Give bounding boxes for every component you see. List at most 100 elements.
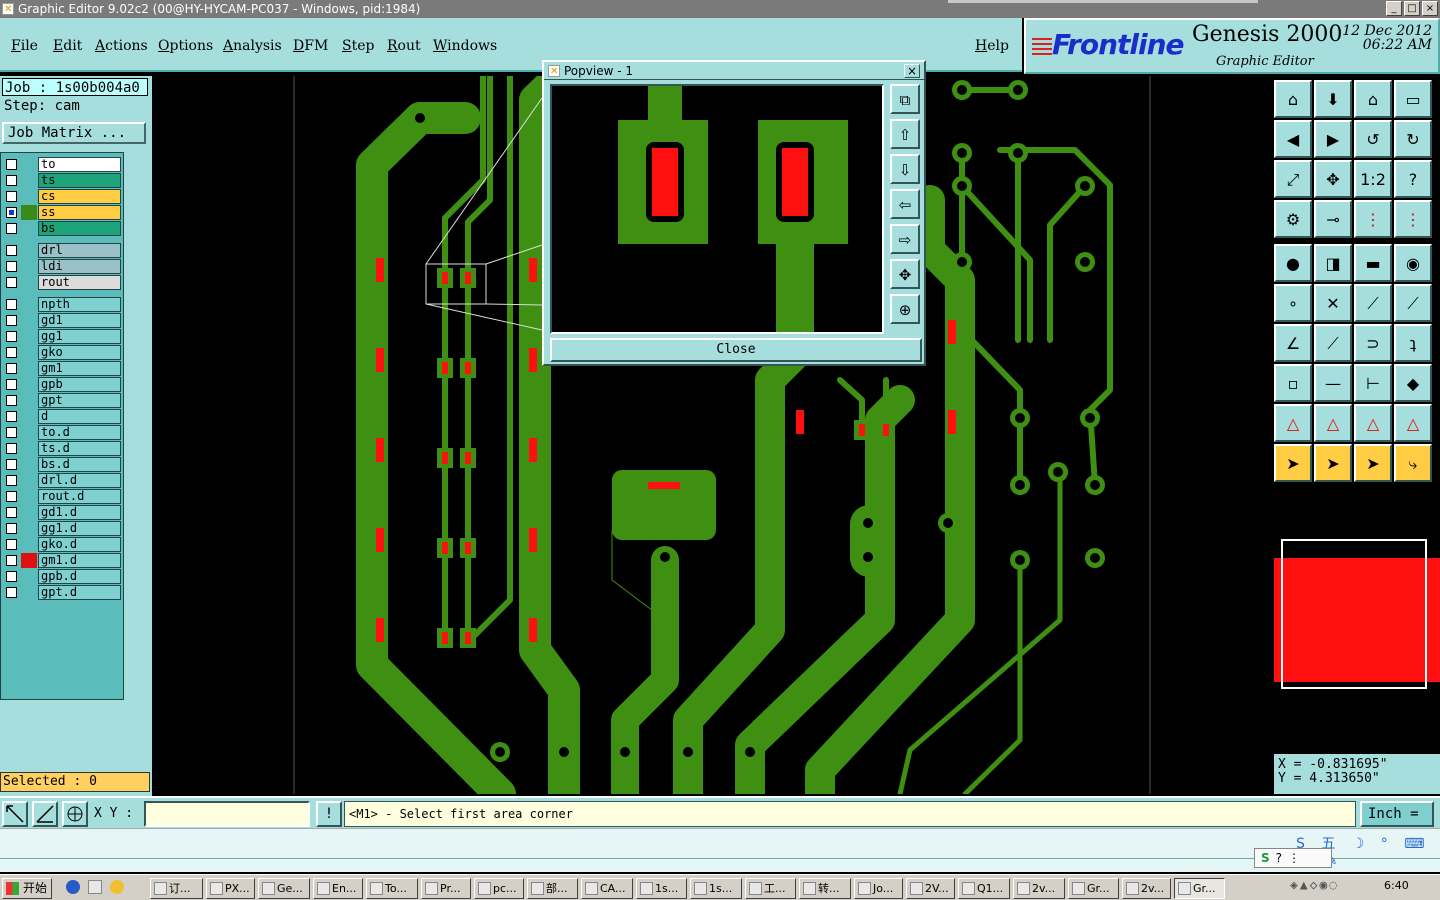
triangle-red-3-button[interactable]: △ (1354, 404, 1392, 442)
unit-selector[interactable]: Inch = (1360, 801, 1434, 827)
triangle-red-2-button[interactable]: △ (1314, 404, 1352, 442)
pan-left-button[interactable]: ◀ (1274, 120, 1312, 158)
layer-row-cs[interactable]: cs (3, 189, 121, 204)
layer-color-swatch[interactable] (21, 189, 37, 204)
layer-name[interactable]: drl (38, 243, 121, 258)
route-tool-button[interactable]: ⤷ (1394, 444, 1432, 482)
layer-name[interactable]: ts.d (38, 441, 121, 456)
layer-checkbox[interactable] (6, 427, 17, 438)
layer-color-swatch[interactable] (21, 489, 37, 504)
taskbar-task[interactable]: Gr... (1068, 878, 1119, 899)
layer-row-gko-d[interactable]: gko.d (3, 537, 121, 552)
layer-name[interactable]: bs.d (38, 457, 121, 472)
layer-row-gpt-d[interactable]: gpt.d (3, 585, 121, 600)
fit-center-button[interactable]: ✥ (1314, 160, 1352, 198)
zoom-page-button[interactable]: ▭ (1394, 80, 1432, 118)
taskbar-task[interactable]: 部... (527, 878, 578, 899)
taskbar-task[interactable]: Jo... (854, 878, 903, 899)
properties-button[interactable]: ⚙ (1274, 200, 1312, 238)
layer-name[interactable]: gm1.d (38, 553, 121, 568)
layer-row-ts-d[interactable]: ts.d (3, 441, 121, 456)
layer-checkbox[interactable] (6, 175, 17, 186)
layer-color-swatch[interactable] (21, 505, 37, 520)
layer-name[interactable]: ss (38, 205, 121, 220)
pv-zoom-out-button[interactable]: ⇩ (890, 154, 920, 184)
layer-checkbox[interactable] (6, 331, 17, 342)
layer-checkbox[interactable] (6, 491, 17, 502)
layer-checkbox[interactable] (6, 523, 17, 534)
layer-name[interactable]: npth (38, 297, 121, 312)
layer-name[interactable]: ts (38, 173, 121, 188)
measure-icon[interactable] (32, 801, 58, 827)
layer-row-npth[interactable]: npth (3, 297, 121, 312)
layer-name[interactable]: rout (38, 275, 121, 290)
line-point-alt-button[interactable]: ⟋ (1394, 284, 1432, 322)
draw-box-button[interactable]: ◨ (1314, 244, 1352, 282)
ime-help-icon[interactable]: ? (1276, 849, 1282, 867)
layer-row-gg1-d[interactable]: gg1.d (3, 521, 121, 536)
pv-pan-right-button[interactable]: ⇨ (890, 224, 920, 254)
menu-actions[interactable]: Actions (95, 38, 148, 54)
layer-color-swatch[interactable] (21, 205, 37, 220)
arc-tool-button[interactable]: ⊃ (1354, 324, 1392, 362)
layer-color-swatch[interactable] (21, 361, 37, 376)
layer-row-gm1[interactable]: gm1 (3, 361, 121, 376)
alert-icon[interactable]: ! (316, 801, 342, 827)
layer-color-swatch[interactable] (21, 313, 37, 328)
layer-row-gpb[interactable]: gpb (3, 377, 121, 392)
layer-checkbox[interactable] (6, 571, 17, 582)
layer-color-swatch[interactable] (21, 553, 37, 568)
layer-name[interactable]: gd1.d (38, 505, 121, 520)
layer-name[interactable]: gko (38, 345, 121, 360)
desktop-icon[interactable] (88, 880, 102, 894)
menu-dfm[interactable]: DFM (293, 38, 328, 54)
pad-tool-button[interactable]: ● (1274, 244, 1312, 282)
pan-right-button[interactable]: ▶ (1314, 120, 1352, 158)
layer-checkbox[interactable] (6, 191, 17, 202)
cross-select-button[interactable]: ✕ (1314, 284, 1352, 322)
ime-menu-icon[interactable]: ⋮ (1288, 849, 1300, 867)
tray-icons[interactable]: ◈▲◇◉◌ (1290, 878, 1339, 893)
layer-row-d[interactable]: d (3, 409, 121, 424)
layer-row-to-d[interactable]: to.d (3, 425, 121, 440)
taskbar-task[interactable]: 1s... (690, 878, 742, 899)
menu-options[interactable]: Options (158, 38, 213, 54)
layer-checkbox[interactable] (6, 363, 17, 374)
layer-color-swatch[interactable] (21, 409, 37, 424)
layer-color-swatch[interactable] (21, 243, 37, 258)
layer-color-swatch[interactable] (21, 221, 37, 236)
layer-checkbox[interactable] (6, 475, 17, 486)
layer-name[interactable]: to (38, 157, 121, 172)
layer-checkbox[interactable] (6, 395, 17, 406)
scale-1-2-button[interactable]: 1:2 (1354, 160, 1392, 198)
snap-icon[interactable] (2, 801, 28, 827)
layer-name[interactable]: cs (38, 189, 121, 204)
taskbar-task[interactable]: 2v... (1013, 878, 1065, 899)
ruler-button[interactable]: ▬ (1354, 244, 1392, 282)
layer-color-swatch[interactable] (21, 259, 37, 274)
layer-checkbox[interactable] (6, 299, 17, 310)
start-button[interactable]: 开始 (2, 878, 52, 899)
layer-row-rout-d[interactable]: rout.d (3, 489, 121, 504)
maximize-button[interactable]: □ (1404, 1, 1420, 16)
taskbar-task[interactable]: Ge... (258, 878, 310, 899)
connect-nodes-button[interactable]: ∘ (1274, 284, 1312, 322)
layer-name[interactable]: gpb.d (38, 569, 121, 584)
layer-row-gd1[interactable]: gd1 (3, 313, 121, 328)
layer-row-gg1[interactable]: gg1 (3, 329, 121, 344)
layer-color-swatch[interactable] (21, 585, 37, 600)
layer-checkbox[interactable] (6, 223, 17, 234)
xy-input[interactable] (144, 801, 310, 827)
layer-row-gpt[interactable]: gpt (3, 393, 121, 408)
minimize-button[interactable]: _ (1386, 1, 1402, 16)
taskbar-task[interactable]: PX... (206, 878, 255, 899)
layer-checkbox[interactable] (6, 459, 17, 470)
layer-color-swatch[interactable] (21, 441, 37, 456)
layer-color-swatch[interactable] (21, 569, 37, 584)
menu-windows[interactable]: Windows (433, 38, 497, 54)
layer-color-swatch[interactable] (21, 537, 37, 552)
layer-checkbox[interactable] (6, 507, 17, 518)
menu-rout[interactable]: Rout (387, 38, 421, 54)
menu-step[interactable]: Step (342, 38, 374, 54)
layer-name[interactable]: d (38, 409, 121, 424)
